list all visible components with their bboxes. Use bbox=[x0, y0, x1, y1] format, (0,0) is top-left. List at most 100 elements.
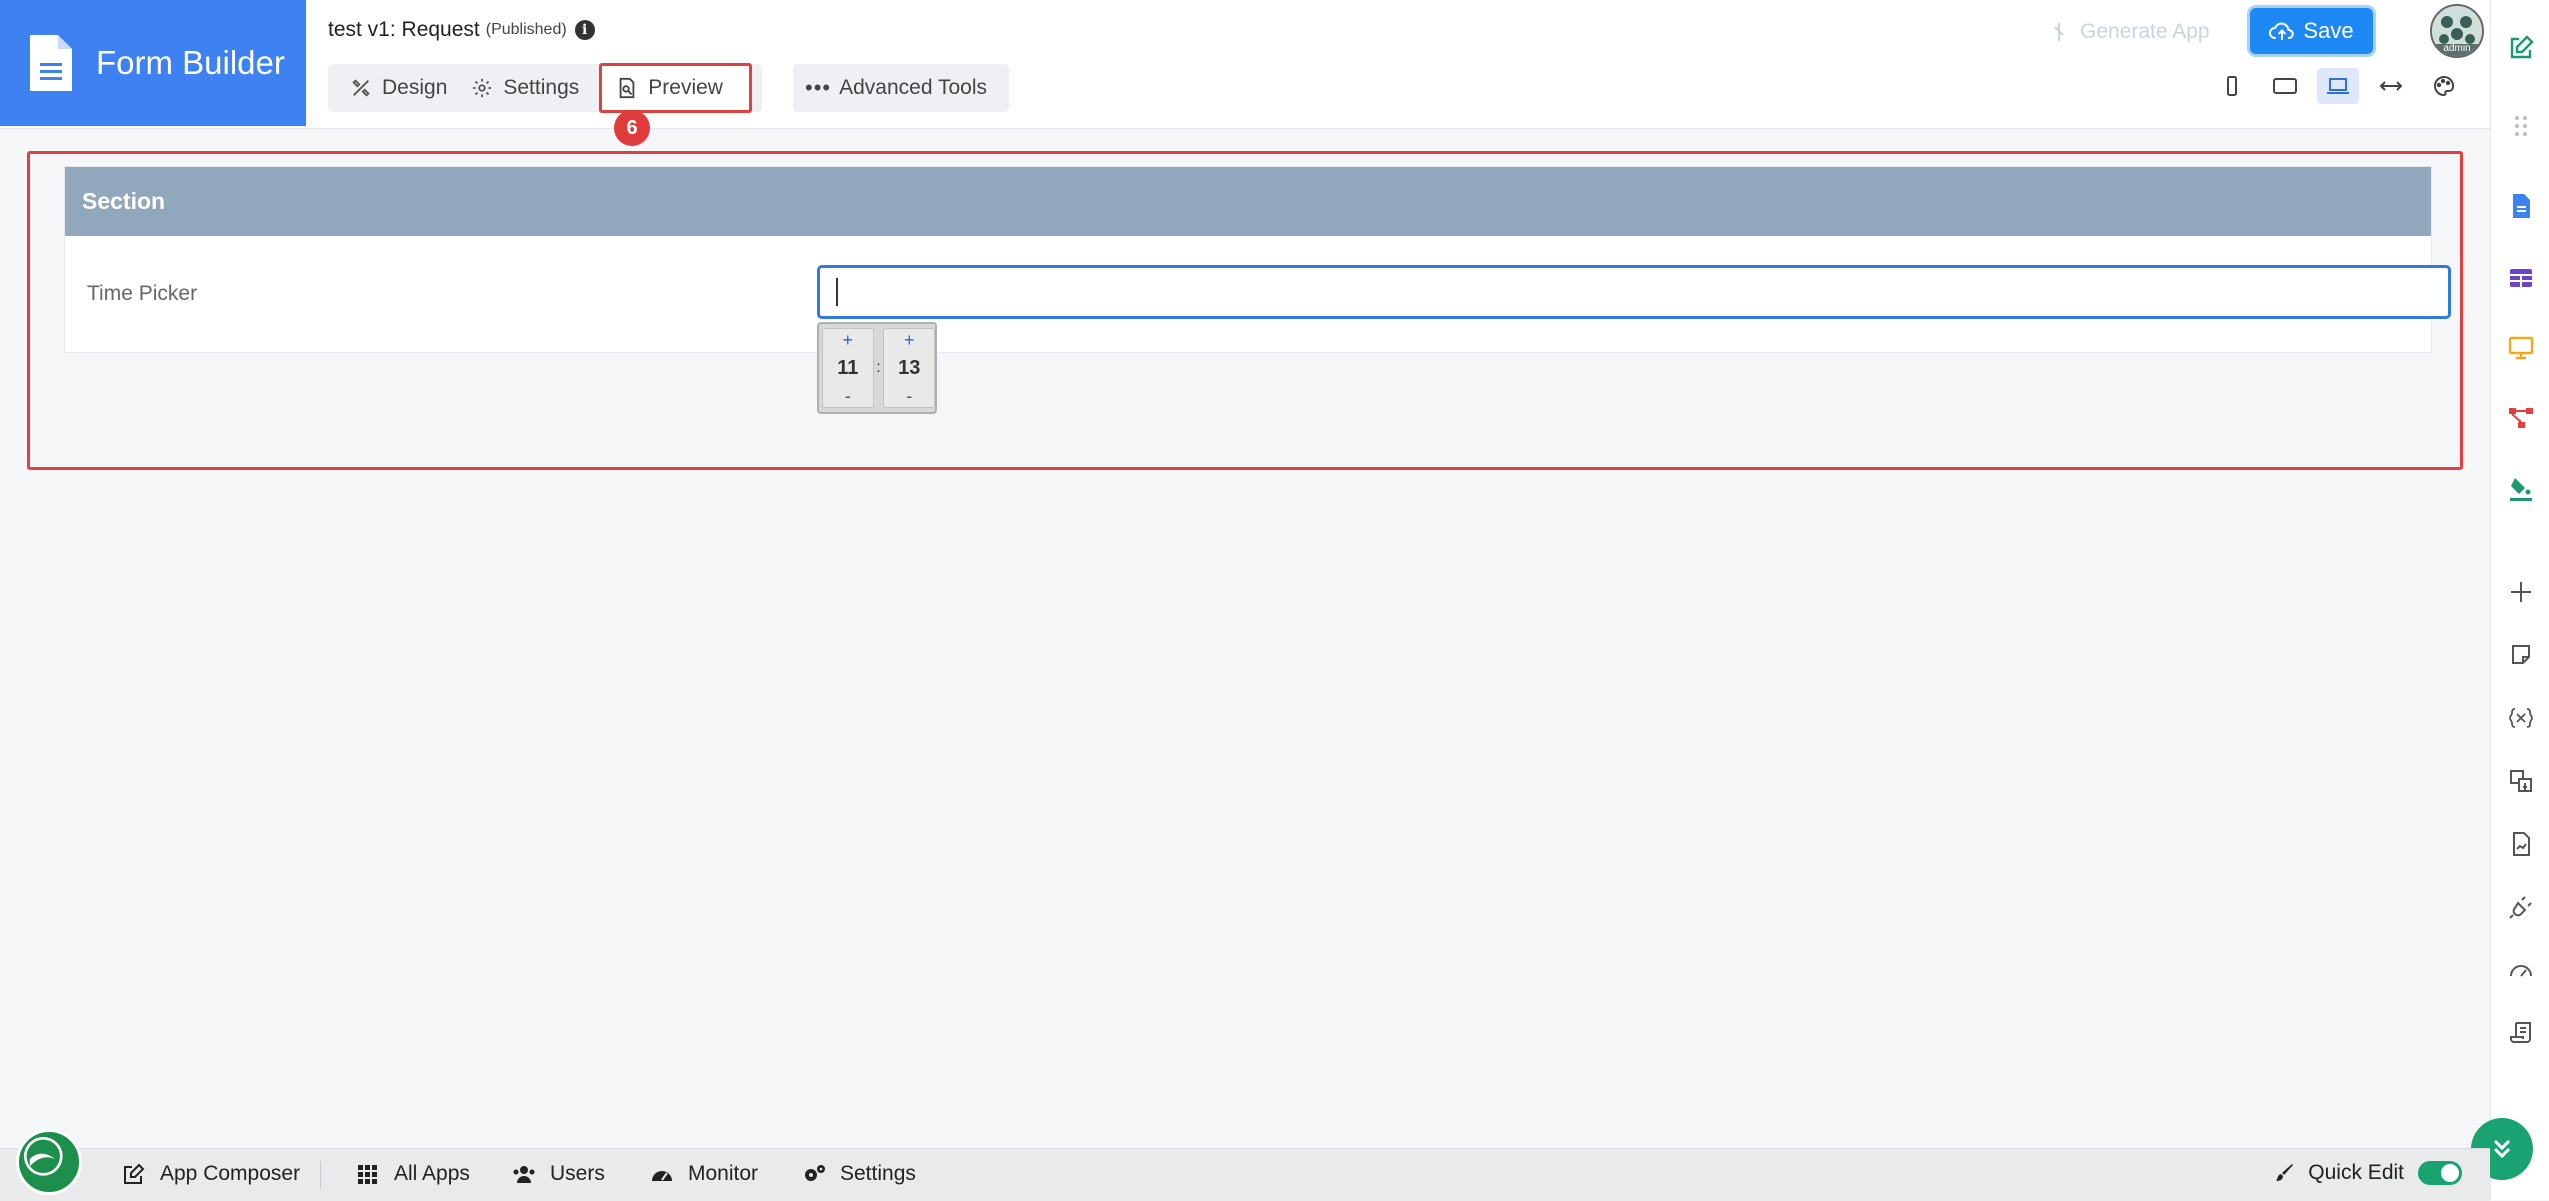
paint-brush-icon bbox=[2276, 1164, 2294, 1181]
brand-title: Form Builder bbox=[96, 44, 285, 81]
hour-decrement-button[interactable]: - bbox=[845, 385, 851, 407]
rail-logs[interactable] bbox=[2491, 1019, 2549, 1047]
quick-edit-toggle[interactable] bbox=[2418, 1161, 2462, 1185]
footer-monitor[interactable]: Monitor bbox=[650, 1162, 758, 1186]
footer-users[interactable]: Users bbox=[512, 1162, 605, 1186]
hour-value[interactable]: 11 bbox=[837, 357, 858, 380]
rail-tables[interactable] bbox=[2491, 264, 2549, 292]
footer-app-composer[interactable]: App Composer bbox=[122, 1162, 300, 1186]
grid-icon bbox=[358, 1165, 377, 1184]
fit-width-icon bbox=[2379, 81, 2403, 91]
workflow-icon bbox=[2508, 408, 2533, 428]
rail-forms[interactable] bbox=[2491, 192, 2549, 220]
palette-icon bbox=[2434, 75, 2455, 97]
gauge-icon bbox=[652, 1171, 672, 1181]
advanced-tools-label: Advanced Tools bbox=[839, 76, 987, 99]
cloud-upload-icon bbox=[2269, 22, 2295, 40]
minute-decrement-button[interactable]: - bbox=[906, 385, 912, 407]
form-document-icon bbox=[2512, 194, 2530, 218]
tablet-icon bbox=[2273, 78, 2297, 94]
footer-all-apps[interactable]: All Apps bbox=[356, 1162, 470, 1186]
save-button[interactable]: Save bbox=[2250, 8, 2373, 54]
rail-plugins[interactable] bbox=[2491, 893, 2549, 921]
device-laptop[interactable] bbox=[2317, 68, 2359, 104]
preview-canvas: Section Time Picker + 11 - : + 13 - bbox=[27, 151, 2463, 470]
time-picker-dropdown: + 11 - : + 13 - bbox=[817, 322, 937, 414]
rail-notes[interactable] bbox=[2491, 641, 2549, 669]
rail-reports[interactable] bbox=[2491, 830, 2549, 858]
sticky-note-icon bbox=[2511, 645, 2530, 664]
time-separator: : bbox=[876, 359, 881, 376]
magic-icon bbox=[2054, 23, 2064, 41]
generate-app-label: Generate App bbox=[2080, 20, 2210, 43]
top-header: Form Builder test v1: Request (Published… bbox=[0, 0, 2490, 129]
device-fit-width[interactable] bbox=[2370, 68, 2412, 104]
device-mobile[interactable] bbox=[2211, 68, 2253, 104]
laptop-icon bbox=[2327, 78, 2349, 94]
time-picker-label: Time Picker bbox=[87, 282, 198, 305]
rail-edit[interactable] bbox=[2491, 34, 2549, 62]
rail-dashboards[interactable] bbox=[2491, 334, 2549, 362]
rail-workflows[interactable] bbox=[2491, 404, 2549, 432]
variable-icon bbox=[2508, 708, 2533, 728]
rail-add[interactable] bbox=[2491, 578, 2549, 606]
footer-settings-label: Settings bbox=[840, 1162, 916, 1185]
edit-icon bbox=[124, 1163, 145, 1184]
document-icon bbox=[30, 35, 72, 91]
footer-divider bbox=[320, 1161, 321, 1189]
tab-design-label: Design bbox=[382, 76, 448, 99]
preview-icon bbox=[619, 77, 635, 99]
brand-block[interactable]: Form Builder bbox=[0, 0, 306, 126]
double-chevron-down-icon bbox=[2493, 1139, 2511, 1159]
plus-icon bbox=[2510, 582, 2531, 602]
text-caret bbox=[836, 278, 838, 306]
footer-users-label: Users bbox=[550, 1162, 605, 1185]
edit-square-icon bbox=[2510, 35, 2534, 59]
footer-app-composer-label: App Composer bbox=[160, 1162, 301, 1185]
plug-icon bbox=[2508, 896, 2532, 919]
scroll-icon bbox=[2509, 1022, 2531, 1043]
more-dots-icon: ••• bbox=[805, 75, 832, 100]
tab-settings[interactable]: Settings bbox=[459, 64, 591, 112]
app-logo[interactable] bbox=[16, 1129, 82, 1195]
translate-icon bbox=[2509, 770, 2532, 792]
rail-performance[interactable] bbox=[2491, 956, 2549, 984]
avatar[interactable]: admin bbox=[2430, 4, 2484, 58]
quick-edit-label: Quick Edit bbox=[2308, 1161, 2404, 1184]
monitor-icon bbox=[2508, 336, 2533, 360]
avatar-label: admin bbox=[2443, 43, 2471, 54]
hour-increment-button[interactable]: + bbox=[843, 329, 854, 351]
rail-variables[interactable] bbox=[2491, 704, 2549, 732]
section-title: Section bbox=[65, 167, 2431, 236]
drag-handle-icon bbox=[2514, 116, 2527, 136]
bottom-nav: App Composer All Apps Users Monitor Sett… bbox=[0, 1129, 2490, 1201]
info-icon[interactable]: i bbox=[574, 20, 595, 40]
form-title-row: test v1: Request (Published) i bbox=[328, 18, 595, 42]
minute-spinner: + 13 - bbox=[883, 328, 935, 408]
advanced-tools-button[interactable]: ••• Advanced Tools bbox=[793, 64, 1009, 112]
form-status: (Published) bbox=[485, 21, 567, 38]
rail-translations[interactable] bbox=[2491, 767, 2549, 795]
tab-preview[interactable]: Preview bbox=[599, 63, 752, 113]
footer-settings[interactable]: Settings bbox=[802, 1162, 916, 1186]
users-icon bbox=[513, 1166, 535, 1183]
paint-bucket-icon bbox=[2509, 478, 2532, 501]
generate-app-button[interactable]: Generate App bbox=[2050, 14, 2210, 50]
minute-increment-button[interactable]: + bbox=[904, 329, 915, 351]
quick-edit-control: Quick Edit bbox=[2272, 1161, 2462, 1185]
footer-monitor-label: Monitor bbox=[688, 1162, 759, 1185]
tab-preview-label: Preview bbox=[648, 76, 723, 99]
rail-styles[interactable] bbox=[2491, 474, 2549, 502]
time-picker-input[interactable] bbox=[817, 265, 2451, 319]
report-icon bbox=[2512, 832, 2530, 856]
device-tablet[interactable] bbox=[2264, 68, 2306, 104]
hour-spinner: + 11 - bbox=[822, 328, 874, 408]
tab-design[interactable]: Design bbox=[338, 64, 459, 112]
minute-value[interactable]: 13 bbox=[898, 357, 920, 380]
device-palette[interactable] bbox=[2423, 68, 2465, 104]
step-badge: 6 bbox=[614, 110, 650, 146]
logo-icon bbox=[23, 1136, 63, 1176]
rail-drag-handle[interactable] bbox=[2491, 112, 2549, 140]
table-icon bbox=[2509, 269, 2532, 287]
save-label: Save bbox=[2303, 18, 2354, 43]
